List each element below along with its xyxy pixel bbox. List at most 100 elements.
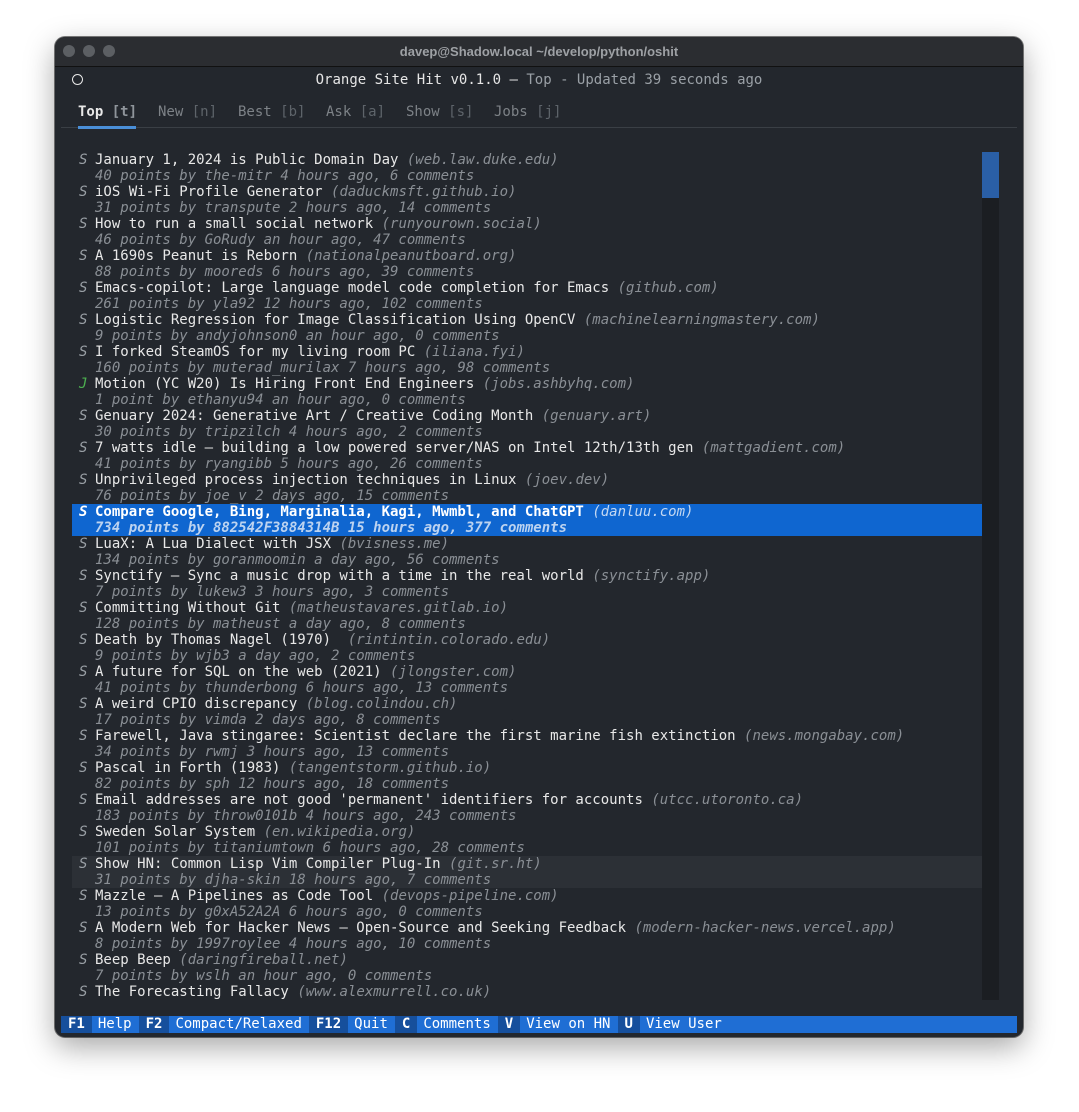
- story-item[interactable]: S Sweden Solar System (en.wikipedia.org) 1…: [72, 824, 982, 856]
- story-item[interactable]: S The Forecasting Fallacy (www.alexmurrel…: [72, 984, 982, 1000]
- story-meta: 30 points by tripzilch 4 hours ago, 2 co…: [95, 424, 483, 440]
- story-kind: S: [79, 952, 88, 968]
- story-kind: S: [79, 472, 88, 488]
- footer-key[interactable]: V: [497, 1016, 521, 1033]
- story-title[interactable]: Sweden Solar System: [95, 824, 255, 840]
- story-title[interactable]: How to run a small social network: [95, 216, 373, 232]
- tab-show[interactable]: Show [s]: [406, 104, 473, 120]
- story-kind: S: [79, 792, 88, 808]
- story-title[interactable]: I forked SteamOS for my living room PC: [95, 344, 415, 360]
- story-item[interactable]: SiOS Wi-Fi Profile Generator (daduckmsft…: [72, 184, 982, 216]
- story-title[interactable]: Logistic Regression for Image Classifica…: [95, 312, 575, 328]
- story-title[interactable]: Pascal in Forth (1983): [95, 760, 280, 776]
- story-title[interactable]: A weird CPIO discrepancy: [95, 696, 297, 712]
- story-item[interactable]: S Show HN: Common Lisp Vim Compiler Plug-…: [72, 856, 982, 888]
- story-item[interactable]: S A weird CPIO discrepancy (blog.colindou…: [72, 696, 982, 728]
- story-title[interactable]: Unprivileged process injection technique…: [95, 472, 516, 488]
- footer-action-label[interactable]: View User: [640, 1016, 729, 1033]
- story-headline: S Synctify – Sync a music drop with a tim…: [72, 568, 982, 584]
- story-item[interactable]: S January 1, 2024 is Public Domain Day (w…: [72, 152, 982, 184]
- story-title[interactable]: A future for SQL on the web (2021): [95, 664, 382, 680]
- story-item[interactable]: S Pascal in Forth (1983) (tangentstorm.gi…: [72, 760, 982, 792]
- story-meta: 160 points by muterad_murilax 7 hours ag…: [95, 360, 551, 376]
- story-item[interactable]: S A 1690s Peanut is Reborn (nationalpeanu…: [72, 248, 982, 280]
- tab-top[interactable]: Top [t]: [78, 104, 137, 120]
- story-item[interactable]: S A future for SQL on the web (2021) (jlo…: [72, 664, 982, 696]
- footer-action-label[interactable]: Quit: [348, 1016, 395, 1033]
- tab-bar: Top [t] New [n] Best [b] Ask [a] Show [s…: [61, 97, 1017, 129]
- story-title[interactable]: Death by Thomas Nagel (1970): [95, 632, 339, 648]
- story-title[interactable]: Synctify – Sync a music drop with a time…: [95, 568, 584, 584]
- footer-key[interactable]: F12: [308, 1016, 349, 1033]
- story-kind: S: [79, 888, 88, 904]
- story-title[interactable]: A 1690s Peanut is Reborn: [95, 248, 297, 264]
- story-meta: 1 point by ethanyu94 an hour ago, 0 comm…: [95, 392, 466, 408]
- story-domain: (joev.dev): [524, 472, 610, 488]
- story-meta: 41 points by ryangibb 5 hours ago, 26 co…: [95, 456, 483, 472]
- story-headline: S How to run a small social network (runy…: [72, 216, 982, 232]
- story-domain: (runyourown.social): [381, 216, 542, 232]
- footer-action-label[interactable]: Comments: [417, 1016, 497, 1033]
- story-kind: S: [79, 920, 88, 936]
- story-item[interactable]: S Mazzle – A Pipelines as Code Tool (devo…: [72, 888, 982, 920]
- story-meta: 183 points by throw0101b 4 hours ago, 24…: [95, 808, 517, 824]
- tab-ask[interactable]: Ask [a]: [326, 104, 385, 120]
- story-headline: S Emacs-copilot: Large language model cod…: [72, 280, 982, 296]
- story-title[interactable]: Emacs-copilot: Large language model code…: [95, 280, 609, 296]
- tab-new[interactable]: New [n]: [158, 104, 217, 120]
- story-title[interactable]: Mazzle – A Pipelines as Code Tool: [95, 888, 373, 904]
- story-headline: S Death by Thomas Nagel (1970) (rintintin…: [72, 632, 982, 648]
- footer-action-label[interactable]: Compact/Relaxed: [169, 1016, 308, 1033]
- story-item[interactable]: S Death by Thomas Nagel (1970) (rintintin…: [72, 632, 982, 664]
- footer-action-label[interactable]: View on HN: [520, 1016, 617, 1033]
- story-headline: S A future for SQL on the web (2021) (jlo…: [72, 664, 982, 680]
- story-item[interactable]: S Emacs-copilot: Large language model cod…: [72, 280, 982, 312]
- story-title[interactable]: Committing Without Git: [95, 600, 280, 616]
- story-item[interactable]: S A Modern Web for Hacker News – Open-Sou…: [72, 920, 982, 952]
- story-item[interactable]: J Motion (YC W20) Is Hiring Front End Eng…: [72, 376, 982, 408]
- footer-action-label[interactable]: Help: [92, 1016, 139, 1033]
- story-title[interactable]: Compare Google, Bing, Marginalia, Kagi, …: [95, 504, 584, 520]
- story-title[interactable]: Farewell, Java stingaree: Scientist decl…: [95, 728, 736, 744]
- story-list[interactable]: S January 1, 2024 is Public Domain Day (w…: [72, 152, 982, 1000]
- story-domain: (daringfireball.net): [179, 952, 348, 968]
- scrollbar-thumb[interactable]: [982, 152, 999, 198]
- story-title[interactable]: January 1, 2024 is Public Domain Day: [95, 152, 398, 168]
- tab-jobs[interactable]: Jobs [j]: [494, 104, 561, 120]
- story-title[interactable]: A Modern Web for Hacker News – Open-Sour…: [95, 920, 626, 936]
- story-kind: S: [79, 568, 88, 584]
- footer-key[interactable]: U: [617, 1016, 640, 1033]
- story-item[interactable]: S Compare Google, Bing, Marginalia, Kagi,…: [72, 504, 982, 536]
- tab-best[interactable]: Best [b]: [238, 104, 305, 120]
- story-title[interactable]: Genuary 2024: Generative Art / Creative …: [95, 408, 533, 424]
- story-title[interactable]: iOS Wi-Fi Profile Generator: [95, 184, 323, 200]
- story-domain: (rintintin.colorado.edu): [347, 632, 551, 648]
- story-item[interactable]: S Unprivileged process injection techniqu…: [72, 472, 982, 504]
- story-title[interactable]: 7 watts idle – building a low powered se…: [95, 440, 693, 456]
- header-separator: —: [501, 72, 527, 88]
- story-item[interactable]: S Logistic Regression for Image Classific…: [72, 312, 982, 344]
- tab-shortcut: [s]: [448, 104, 474, 120]
- story-domain: (en.wikipedia.org): [263, 824, 416, 840]
- scrollbar[interactable]: [982, 152, 999, 1000]
- story-item[interactable]: SI forked SteamOS for my living room PC …: [72, 344, 982, 376]
- story-item[interactable]: S 7 watts idle – building a low powered s…: [72, 440, 982, 472]
- story-item[interactable]: S LuaX: A Lua Dialect with JSX (bvisness.…: [72, 536, 982, 568]
- story-title[interactable]: Motion (YC W20) Is Hiring Front End Engi…: [95, 376, 474, 392]
- footer-key[interactable]: C: [394, 1016, 418, 1033]
- story-title[interactable]: Show HN: Common Lisp Vim Compiler Plug-I…: [95, 856, 441, 872]
- story-item[interactable]: S Committing Without Git (matheustavares.…: [72, 600, 982, 632]
- story-item[interactable]: S Email addresses are not good 'permanent…: [72, 792, 982, 824]
- story-item[interactable]: S Beep Beep (daringfireball.net) 7 points …: [72, 952, 982, 984]
- story-title[interactable]: The Forecasting Fallacy: [95, 984, 289, 1000]
- story-item[interactable]: S Synctify – Sync a music drop with a tim…: [72, 568, 982, 600]
- story-title[interactable]: Beep Beep: [95, 952, 171, 968]
- story-item[interactable]: S Farewell, Java stingaree: Scientist dec…: [72, 728, 982, 760]
- story-item[interactable]: S How to run a small social network (runy…: [72, 216, 982, 248]
- story-meta: 128 points by matheust a day ago, 8 comm…: [95, 616, 466, 632]
- footer-key[interactable]: F2: [138, 1016, 170, 1033]
- story-title[interactable]: Email addresses are not good 'permanent'…: [95, 792, 643, 808]
- story-item[interactable]: S Genuary 2024: Generative Art / Creative…: [72, 408, 982, 440]
- footer-key[interactable]: F1: [61, 1016, 92, 1033]
- story-title[interactable]: LuaX: A Lua Dialect with JSX: [95, 536, 331, 552]
